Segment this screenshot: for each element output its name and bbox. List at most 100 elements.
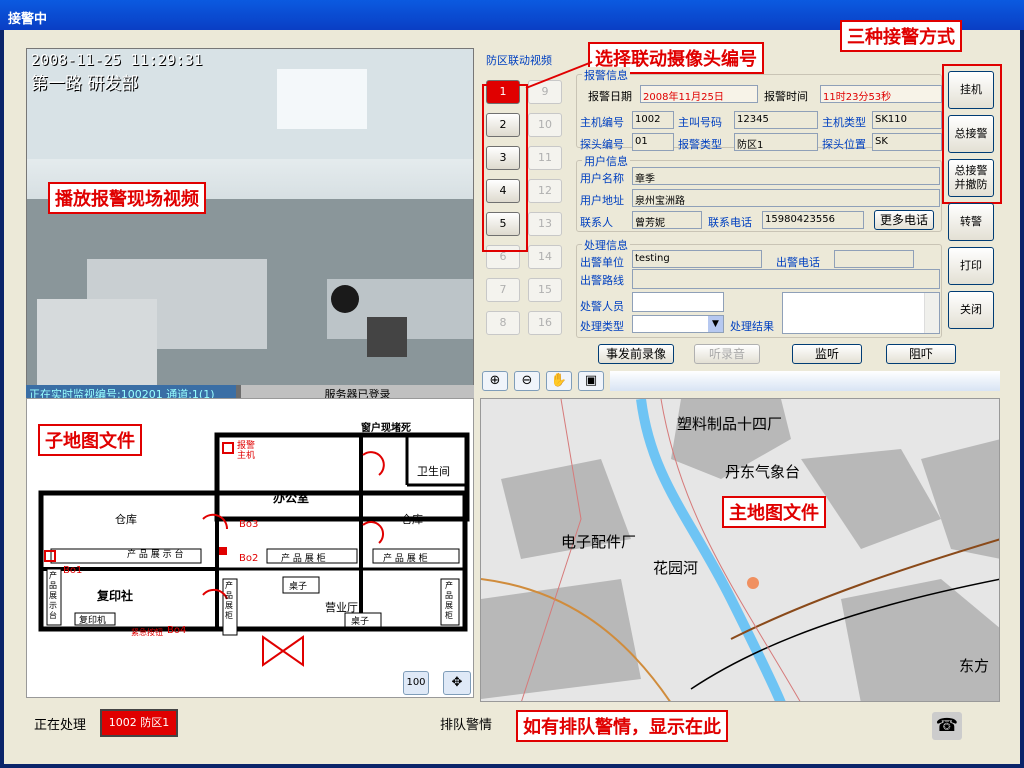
listen-button[interactable]: 监听 [792, 344, 862, 364]
display-counter-label: 产 品 展 示 台 [127, 550, 184, 560]
full-extent-icon[interactable]: ▣ [578, 371, 604, 391]
callout-mainmap: 主地图文件 [722, 496, 826, 528]
b02-label: Bo2 [239, 553, 259, 564]
alarm-type-field[interactable]: 防区1 [734, 133, 818, 151]
map-place-2: 电子配件厂 [561, 533, 637, 551]
unit-phone-label: 出警电话 [776, 256, 820, 269]
camera-button-13[interactable]: 13 [528, 212, 562, 236]
camera-button-8[interactable]: 8 [486, 311, 520, 335]
process-info-legend: 处理信息 [582, 237, 630, 253]
map-canvas [481, 399, 999, 701]
transfer-button[interactable]: 转警 [948, 203, 994, 241]
callout-three-modes: 三种接警方式 [840, 20, 962, 52]
camera-highlight-box [482, 84, 528, 252]
accept-disarm-line1: 总接警 [954, 164, 988, 177]
video-channel-name: 第一路 研发部 [31, 74, 139, 94]
camera-button-7[interactable]: 7 [486, 278, 520, 302]
type-select[interactable]: ▼ [632, 315, 724, 333]
vertical-cabinet-label: 产品展柜 [225, 581, 233, 620]
alarm-info-legend: 报警信息 [582, 67, 630, 83]
user-info-legend: 用户信息 [582, 153, 630, 169]
scrollbar[interactable] [924, 293, 939, 333]
host-type-field[interactable]: SK110 [872, 111, 942, 129]
emergency-label: 紧急按钮 [131, 628, 163, 637]
processing-item[interactable]: 1002 防区1 [100, 709, 178, 737]
block-button[interactable]: 阻吓 [886, 344, 956, 364]
alarm-host-label: 报警主机 [237, 441, 256, 461]
route-label: 出警路线 [580, 274, 624, 287]
camera-button-12[interactable]: 12 [528, 179, 562, 203]
probe-no-field[interactable]: 01 [632, 133, 674, 151]
b01-label: Bo1 [63, 565, 83, 576]
alarm-date-field[interactable]: 2008年11月25日 [640, 85, 758, 103]
phone-field[interactable]: 15980423556 [762, 211, 864, 229]
camera-button-16[interactable]: 16 [528, 311, 562, 335]
zoom-100-icon[interactable]: 100 [403, 671, 429, 695]
staff-field[interactable] [632, 292, 724, 312]
accept-disarm-button[interactable]: 总接警 并撤防 [948, 159, 994, 197]
camera-button-14[interactable]: 14 [528, 245, 562, 269]
probe-loc-field[interactable]: SK [872, 133, 942, 151]
map-place-4: 东方 [959, 657, 990, 675]
callout-submap: 子地图文件 [38, 424, 142, 456]
result-textarea[interactable] [782, 292, 940, 334]
video-timestamp: 2008-11-25 11:29:31 [31, 51, 203, 69]
accept-button[interactable]: 总接警 [948, 115, 994, 153]
queue-label: 排队警情 [440, 718, 493, 733]
result-label: 处理结果 [730, 320, 774, 333]
zoom-out-icon[interactable]: ⊖ [514, 371, 540, 391]
more-phone-button[interactable]: 更多电话 [874, 210, 934, 230]
vertical-display-label: 产品展示台 [49, 571, 57, 620]
processing-label: 正在处理 [34, 718, 87, 733]
listen-record-button[interactable]: 听录音 [694, 344, 760, 364]
probe-loc-label: 探头位置 [822, 138, 866, 151]
alarm-time-field[interactable]: 11时23分53秒 [820, 85, 942, 103]
contact-field[interactable]: 曾芳妮 [632, 211, 702, 229]
room-toilet: 卫生间 [417, 465, 450, 478]
print-button[interactable]: 打印 [948, 247, 994, 285]
caller-field[interactable]: 12345 [734, 111, 818, 129]
host-no-label: 主机编号 [580, 116, 624, 129]
vertical-cabinet-right-label: 产品展柜 [445, 581, 453, 620]
phone-icon[interactable]: ☎ [932, 712, 962, 740]
route-field[interactable] [632, 269, 940, 289]
alarm-video[interactable]: 2008-11-25 11:29:31 第一路 研发部 [26, 48, 474, 386]
fit-view-icon[interactable]: ✥ [443, 671, 471, 695]
room-window: 窗户现堵死 [361, 423, 411, 434]
pan-hand-icon[interactable]: ✋ [546, 371, 572, 391]
desk-label-2: 桌子 [351, 617, 370, 627]
caller-label: 主叫号码 [678, 116, 722, 129]
map-toolbar-bg [610, 371, 1000, 391]
copier-label: 复印机 [79, 616, 107, 626]
main-window: 2008-11-25 11:29:31 第一路 研发部 播放报警现场视频 正在实… [4, 20, 1020, 764]
b03-label: Bo3 [239, 519, 259, 530]
chevron-down-icon[interactable]: ▼ [708, 316, 723, 332]
hangup-button[interactable]: 挂机 [948, 71, 994, 109]
camera-button-11[interactable]: 11 [528, 146, 562, 170]
user-addr-field[interactable]: 泉州宝洲路 [632, 189, 940, 207]
camera-button-10[interactable]: 10 [528, 113, 562, 137]
video-scene [27, 49, 473, 385]
camera-button-15[interactable]: 15 [528, 278, 562, 302]
map-place-1: 丹东气象台 [725, 463, 801, 481]
host-no-field[interactable]: 1002 [632, 111, 674, 129]
bottom-bar: 正在处理 1002 防区1 排队警情 如有排队警情，显示在此 ☎ [4, 700, 1020, 764]
map-place-3: 花园河 [653, 559, 699, 577]
host-type-label: 主机类型 [822, 116, 866, 129]
close-button[interactable]: 关闭 [948, 291, 994, 329]
user-name-field[interactable]: 章季 [632, 167, 940, 185]
main-map[interactable]: 塑料制品十四厂 丹东气象台 电子配件厂 花园河 东方 [480, 398, 1000, 702]
b04-label: Bo4 [167, 625, 187, 636]
unit-field[interactable]: testing [632, 250, 762, 268]
alarm-time-label: 报警时间 [764, 90, 808, 103]
map-place-0: 塑料制品十四厂 [677, 415, 783, 433]
room-copy: 复印社 [97, 589, 134, 603]
pre-record-button[interactable]: 事发前录像 [598, 344, 674, 364]
display-cabinet-label: 产 品 展 柜 [281, 554, 326, 564]
zoom-in-icon[interactable]: ⊕ [482, 371, 508, 391]
room-office: 办公室 [273, 491, 310, 505]
unit-phone-field[interactable] [834, 250, 914, 268]
display-cabinet-right-label: 产 品 展 柜 [383, 554, 428, 564]
phone-label: 联系电话 [708, 216, 752, 229]
alarm-type-label: 报警类型 [678, 138, 722, 151]
